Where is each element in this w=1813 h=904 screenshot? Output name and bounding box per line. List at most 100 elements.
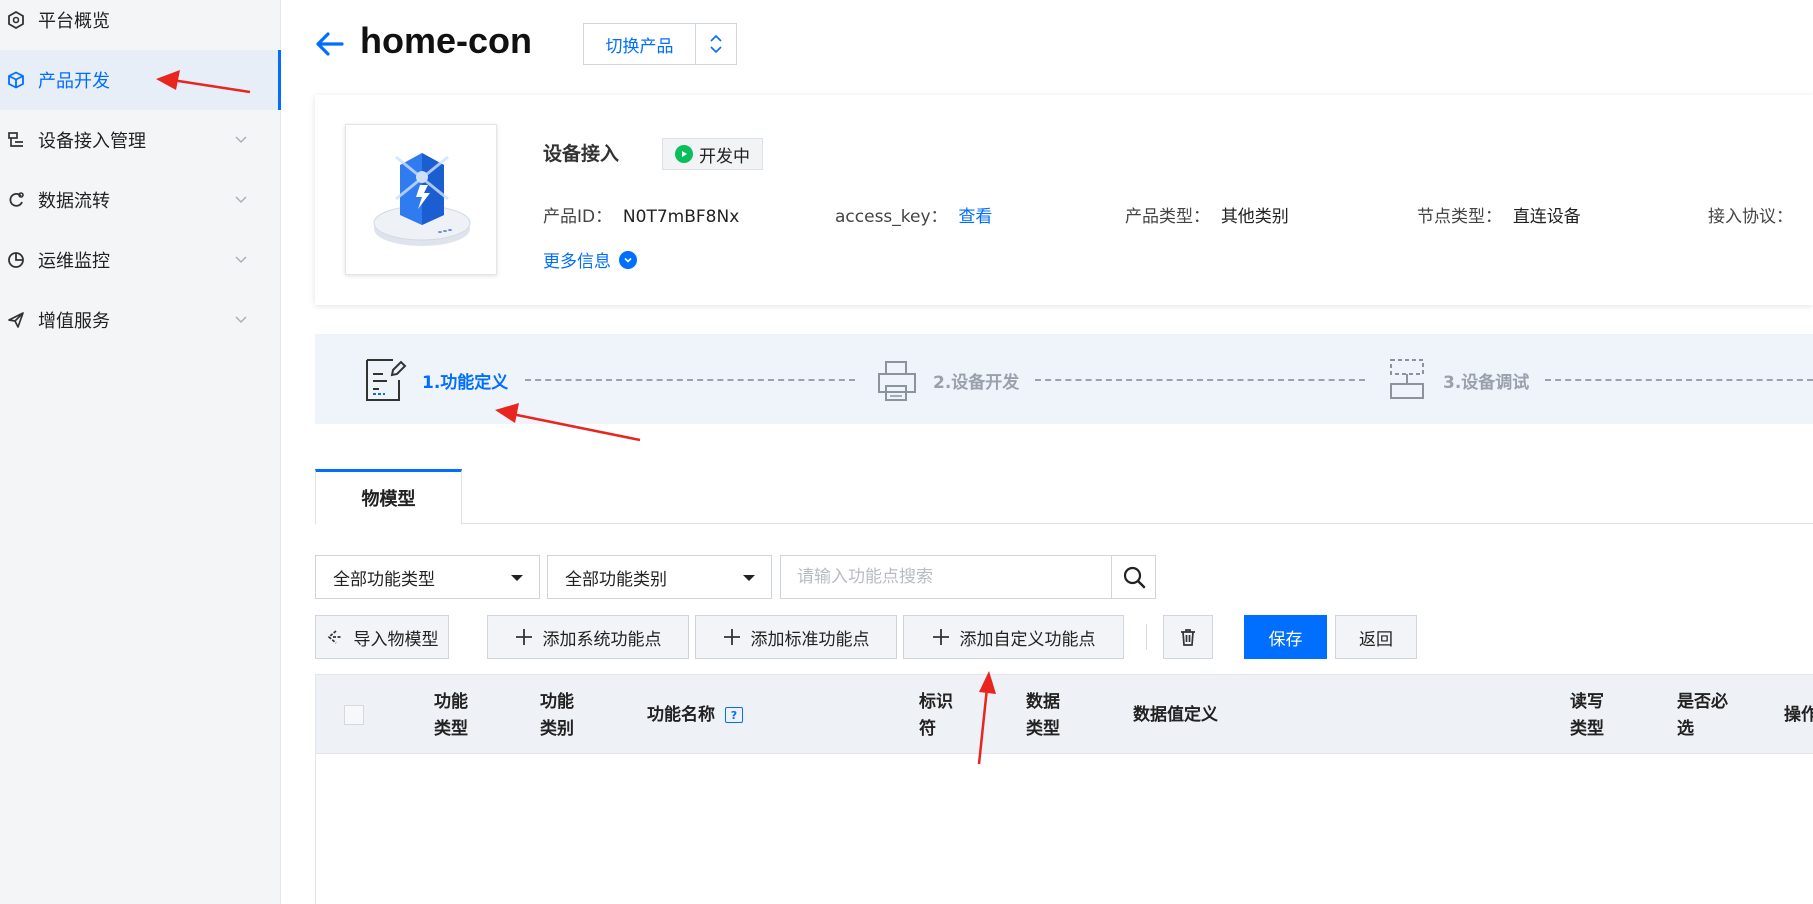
chevron-down-circle-icon[interactable] — [619, 250, 637, 269]
search-input[interactable] — [781, 556, 1111, 598]
col-identifier: 标识符 — [919, 692, 953, 739]
protocol-field: 接入协议： — [1708, 202, 1793, 227]
chevron-down-icon — [235, 196, 247, 204]
overview-icon — [6, 10, 26, 30]
view-access-key-link[interactable]: 查看 — [958, 207, 992, 227]
sidebar-item-label: 增值服务 — [38, 311, 110, 332]
steps-bar: 1.功能定义 2.设备开发 3.设备调试 — [315, 334, 1813, 424]
function-define-icon — [366, 359, 407, 401]
col-data-type: 数据 类型 — [1026, 692, 1060, 739]
sidebar-item-data-flow[interactable]: 数据流转 — [0, 170, 281, 230]
toolbar-divider — [1146, 624, 1147, 650]
col-function-name: 功能名称? — [647, 702, 743, 729]
step-1-label[interactable]: 1.功能定义 — [422, 368, 508, 393]
add-custom-label: 添加自定义功能点 — [959, 629, 1096, 650]
sidebar-item-product-dev[interactable]: 产品开发 — [0, 50, 281, 110]
save-button[interactable]: 保存 — [1244, 615, 1327, 659]
caret-down-icon — [511, 575, 523, 581]
page-title: home-con — [360, 20, 533, 61]
device-access-icon — [6, 130, 26, 150]
sidebar-item-value-added[interactable]: 增值服务 — [0, 290, 281, 350]
step-connector — [525, 379, 855, 381]
switch-product-toggle[interactable] — [696, 24, 736, 64]
sidebar: 平台概览 产品开发 设备接入管理 数据流转 运维监控 增值服务 — [0, 0, 281, 904]
sort-arrows-icon — [710, 34, 722, 54]
add-custom-function-button[interactable]: 添加自定义功能点 — [903, 615, 1124, 659]
import-icon — [327, 630, 342, 644]
status-text: 开发中 — [699, 146, 750, 167]
import-model-button[interactable]: 导入物模型 — [315, 615, 449, 659]
add-system-function-button[interactable]: 添加系统功能点 — [487, 615, 689, 659]
step-connector — [1545, 379, 1813, 381]
help-icon[interactable]: ? — [725, 707, 743, 723]
add-standard-label: 添加标准功能点 — [750, 629, 870, 650]
monitor-pie-icon — [6, 250, 26, 270]
function-search — [780, 555, 1156, 599]
add-standard-function-button[interactable]: 添加标准功能点 — [695, 615, 897, 659]
plus-icon — [515, 629, 532, 645]
col-function-category: 功能 类别 — [540, 692, 574, 739]
switch-product-label[interactable]: 切换产品 — [584, 24, 696, 64]
product-name: 设备接入 — [543, 143, 620, 165]
chevron-down-icon — [235, 256, 247, 264]
switch-product-button[interactable]: 切换产品 — [583, 23, 737, 65]
more-info-label[interactable]: 更多信息 — [543, 247, 611, 272]
add-system-label: 添加系统功能点 — [542, 629, 662, 650]
step-connector — [1035, 379, 1365, 381]
product-info-card: 设备接入 开发中 产品ID： N0T7mBF8Nx access_key： 查看… — [315, 95, 1813, 305]
device-debug-icon — [1390, 359, 1424, 399]
field-label: access_key： — [835, 207, 948, 227]
field-label: 产品ID： — [543, 207, 613, 227]
plus-icon — [723, 629, 740, 645]
col-function-type: 功能 类型 — [434, 692, 468, 739]
chevron-down-icon — [235, 136, 247, 144]
function-type-select[interactable]: 全部功能类型 — [315, 555, 540, 599]
data-flow-icon — [6, 190, 26, 210]
delete-button[interactable] — [1163, 615, 1213, 659]
search-button[interactable] — [1111, 556, 1155, 598]
sidebar-item-label: 数据流转 — [38, 191, 110, 212]
function-category-select[interactable]: 全部功能类别 — [547, 555, 772, 599]
sidebar-item-platform-overview[interactable]: 平台概览 — [0, 0, 281, 50]
product-type-value: 其他类别 — [1220, 207, 1289, 227]
col-value-definition: 数据值定义 — [1133, 705, 1218, 725]
product-image — [345, 124, 497, 275]
sidebar-item-label: 运维监控 — [38, 251, 110, 272]
sidebar-item-label: 产品开发 — [38, 71, 110, 92]
status-badge: 开发中 — [662, 138, 763, 170]
device-illustration-icon — [373, 153, 471, 246]
play-icon — [675, 145, 693, 163]
search-icon — [1123, 566, 1145, 589]
select-all-checkbox[interactable] — [344, 705, 364, 725]
table-header: 功能 类型 功能 类别 功能名称? 标识符 数据 类型 数据值定义 读写 类型 是否必选… — [316, 675, 1813, 754]
import-model-label: 导入物模型 — [353, 629, 439, 650]
send-icon — [6, 310, 26, 330]
chevron-down-icon — [235, 316, 247, 324]
back-arrow-icon[interactable] — [314, 28, 346, 60]
sidebar-item-ops-monitor[interactable]: 运维监控 — [0, 230, 281, 290]
col-required: 是否必选 — [1677, 692, 1728, 739]
back-button[interactable]: 返回 — [1335, 615, 1417, 659]
col-rw-type: 读写 类型 — [1570, 692, 1604, 739]
tabs-bar: 物模型 — [315, 469, 1813, 525]
caret-down-icon — [743, 575, 755, 581]
product-id-value: N0T7mBF8Nx — [622, 207, 740, 227]
function-table: 功能 类型 功能 类别 功能名称? 标识符 数据 类型 数据值定义 读写 类型 是否必选… — [315, 674, 1813, 904]
sidebar-item-device-access[interactable]: 设备接入管理 — [0, 110, 281, 170]
product-id-field: 产品ID： N0T7mBF8Nx — [543, 202, 739, 227]
field-label: 节点类型： — [1417, 207, 1502, 227]
plus-icon — [932, 629, 949, 645]
field-label: 接入协议： — [1708, 207, 1793, 227]
node-type-value: 直连设备 — [1512, 207, 1581, 227]
tab-thing-model[interactable]: 物模型 — [315, 469, 462, 525]
more-info-link[interactable]: 更多信息 — [543, 247, 637, 272]
access-key-field: access_key： 查看 — [835, 202, 992, 227]
cube-icon — [6, 70, 26, 90]
device-dev-printer-icon — [878, 361, 916, 401]
product-type-field: 产品类型： 其他类别 — [1125, 202, 1289, 227]
trash-icon — [1181, 629, 1195, 646]
step-2-label[interactable]: 2.设备开发 — [933, 368, 1019, 393]
step-3-label[interactable]: 3.设备调试 — [1443, 368, 1529, 393]
sidebar-item-label: 设备接入管理 — [38, 131, 146, 152]
function-category-value: 全部功能类别 — [565, 569, 667, 590]
